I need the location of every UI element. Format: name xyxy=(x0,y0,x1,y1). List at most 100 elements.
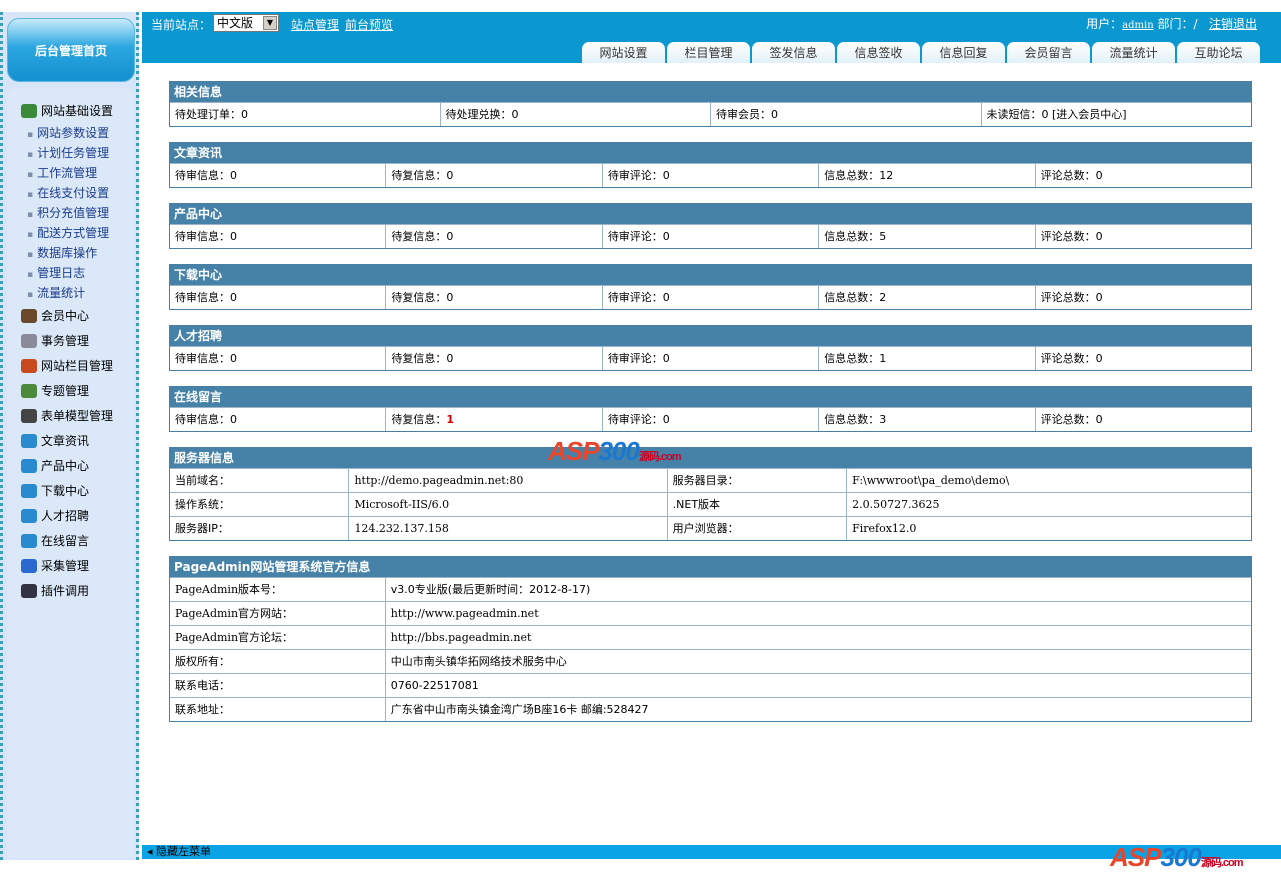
info-cell: Microsoft-IIS/6.0 xyxy=(348,493,666,516)
info-cell: http://demo.pageadmin.net:80 xyxy=(348,469,666,492)
site-manage-link[interactable]: 站点管理 xyxy=(291,16,339,33)
cell-text: 待审信息：0 xyxy=(175,291,237,304)
table-row: 待审信息：0 待复信息：0 待审评论：0 信息总数：1 评论总数：0 xyxy=(170,346,1251,370)
sidebar-subitem[interactable]: 管理日志 xyxy=(7,263,135,283)
stats-section: 下载中心 待审信息：0 待复信息：0 待审评论：0 信息总数：2 评论总数：0 xyxy=(169,264,1252,310)
group-label: 网站栏目管理 xyxy=(41,359,114,373)
cell-text: 待审评论：0 xyxy=(607,169,670,182)
group-label: 产品中心 xyxy=(41,459,90,473)
table-row: 待审信息：0 待复信息：0 待审评论：0 信息总数：12 评论总数：0 xyxy=(170,163,1251,187)
tab-item[interactable]: 会员留言 xyxy=(1007,42,1090,63)
info-cell: 评论总数：0 xyxy=(1034,347,1251,370)
tab-item[interactable]: 栏目管理 xyxy=(667,42,750,63)
menu-icon xyxy=(21,508,37,523)
cell-text: 待审信息：0 xyxy=(175,230,237,243)
network-computer-icon xyxy=(21,103,37,118)
info-cell: 广东省中山市南头镇金湾广场B座16卡 邮编:528427 xyxy=(384,698,1251,721)
sidebar-group[interactable]: 人才招聘 xyxy=(7,503,135,528)
tab-item[interactable]: 互助论坛 xyxy=(1177,42,1260,63)
table-row: PageAdmin官方网站： http://www.pageadmin.net xyxy=(170,601,1251,625)
tab-item[interactable]: 网站设置 xyxy=(582,42,665,63)
sidebar-group[interactable]: 事务管理 xyxy=(7,328,135,353)
cell-text: 待审评论：0 xyxy=(607,291,670,304)
admin-home-button[interactable]: 后台管理首页 xyxy=(7,18,135,82)
section-title: 相关信息 xyxy=(170,82,1251,102)
user-label: 用户： xyxy=(1086,17,1123,31)
sidebar-subitem[interactable]: 计划任务管理 xyxy=(7,143,135,163)
sidebar-group[interactable]: 网站栏目管理 xyxy=(7,353,135,378)
info-cell: 待复信息：0 xyxy=(385,164,601,187)
section-title: 下载中心 xyxy=(170,265,1251,285)
sidebar-menu: 网站基础设置 网站参数设置计划任务管理工作流管理在线支付设置积分充值管理配送方式… xyxy=(7,88,135,858)
user-bar: 用户：admin 部门：/ 注销退出 xyxy=(1086,15,1257,32)
sidebar-subitem[interactable]: 流量统计 xyxy=(7,283,135,303)
group-label: 事务管理 xyxy=(41,334,90,348)
preview-link[interactable]: 前台预览 xyxy=(345,16,393,33)
group-label: 下载中心 xyxy=(41,484,90,498)
cell-text: 评论总数：0 xyxy=(1040,230,1103,243)
official-info-section: PageAdmin网站管理系统官方信息 PageAdmin版本号： v3.0专业版… xyxy=(169,556,1252,722)
sidebar-group[interactable]: 表单模型管理 xyxy=(7,403,135,428)
info-cell: 待审评论：0 xyxy=(601,164,818,187)
cell-text: 待审评论：0 xyxy=(607,352,670,365)
stats-section: 文章资讯 待审信息：0 待复信息：0 待审评论：0 信息总数：12 评论总数：0 xyxy=(169,142,1252,188)
info-cell: 2.0.50727.3625 xyxy=(846,493,1251,516)
sidebar-subitem[interactable]: 工作流管理 xyxy=(7,163,135,183)
cell-text: 待审信息：0 xyxy=(175,413,237,426)
chevron-down-icon: ▼ xyxy=(263,16,277,30)
sidebar-group[interactable]: 采集管理 xyxy=(7,553,135,578)
info-cell: PageAdmin官方网站： xyxy=(175,607,294,620)
sidebar-group[interactable]: 文章资讯 xyxy=(7,428,135,453)
cell-text: 评论总数：0 xyxy=(1040,169,1103,182)
sidebar-subitem[interactable]: 积分充值管理 xyxy=(7,203,135,223)
cell-text: 信息总数：1 xyxy=(824,352,887,365)
tab-item[interactable]: 流量统计 xyxy=(1092,42,1175,63)
menu-icon xyxy=(21,483,37,498)
info-cell: 操作系统： xyxy=(175,498,230,511)
group-label: 文章资讯 xyxy=(41,434,90,448)
user-link[interactable]: admin xyxy=(1122,20,1153,31)
logout-link[interactable]: 注销退出 xyxy=(1209,17,1257,31)
sidebar-subitem[interactable]: 配送方式管理 xyxy=(7,223,135,243)
table-row: 联系地址： 广东省中山市南头镇金湾广场B座16卡 邮编:528427 xyxy=(170,697,1251,721)
group-label: 在线留言 xyxy=(41,534,90,548)
sidebar-group[interactable]: 专题管理 xyxy=(7,378,135,403)
info-cell: 服务器目录： xyxy=(666,469,846,492)
info-cell: 待审会员：0 xyxy=(710,103,981,126)
cell-text: 待复信息：0 xyxy=(391,352,454,365)
info-cell: 版权所有： xyxy=(175,655,230,668)
menu-icon xyxy=(21,383,37,398)
menu-icon xyxy=(21,458,37,473)
tab-item[interactable]: 签发信息 xyxy=(752,42,835,63)
sidebar-group[interactable]: 在线留言 xyxy=(7,528,135,553)
cell-text: 待复信息：0 xyxy=(391,230,454,243)
tab-item[interactable]: 信息签收 xyxy=(837,42,920,63)
info-cell: 用户浏览器： xyxy=(666,517,846,540)
sidebar-group[interactable]: 产品中心 xyxy=(7,453,135,478)
site-select[interactable]: 中文版 ▼ xyxy=(213,14,279,32)
info-cell: 中山市南头镇华拓网络技术服务中心 xyxy=(384,650,1251,673)
info-cell: 联系地址： xyxy=(175,703,230,716)
sidebar-subitem[interactable]: 网站参数设置 xyxy=(7,123,135,143)
info-cell: http://bbs.pageadmin.net xyxy=(384,626,1251,649)
section-title: 文章资讯 xyxy=(170,143,1251,163)
table-row: 待审信息：0 待复信息：1 待审评论：0 信息总数：3 评论总数：0 xyxy=(170,407,1251,431)
info-cell: 信息总数：5 xyxy=(818,225,1034,248)
sidebar-group[interactable]: 会员中心 xyxy=(7,303,135,328)
section-title: 产品中心 xyxy=(170,204,1251,224)
top-tabs: 网站设置 栏目管理 签发信息 信息签收 信息回复 会员留言 流量统计 互助论坛 xyxy=(582,42,1260,63)
info-cell: 待处理兑换：0 xyxy=(439,103,711,126)
sidebar-group[interactable]: 下载中心 xyxy=(7,478,135,503)
tab-item[interactable]: 信息回复 xyxy=(922,42,1005,63)
section-title: 服务器信息 xyxy=(170,448,1251,468)
sidebar-subitem[interactable]: 在线支付设置 xyxy=(7,183,135,203)
info-cell: http://www.pageadmin.net xyxy=(384,602,1251,625)
info-cell: 待审评论：0 xyxy=(601,408,818,431)
sidebar-group-site-basic[interactable]: 网站基础设置 xyxy=(7,98,135,123)
sidebar-subitem[interactable]: 数据库操作 xyxy=(7,243,135,263)
server-info-section: 服务器信息 当前域名： http://demo.pageadmin.net:80 服… xyxy=(169,447,1252,541)
info-cell: .NET版本 xyxy=(666,493,846,516)
info-cell: 联系电话： xyxy=(175,679,230,692)
current-site-label: 当前站点： xyxy=(151,18,212,32)
sidebar-group[interactable]: 插件调用 xyxy=(7,578,135,603)
